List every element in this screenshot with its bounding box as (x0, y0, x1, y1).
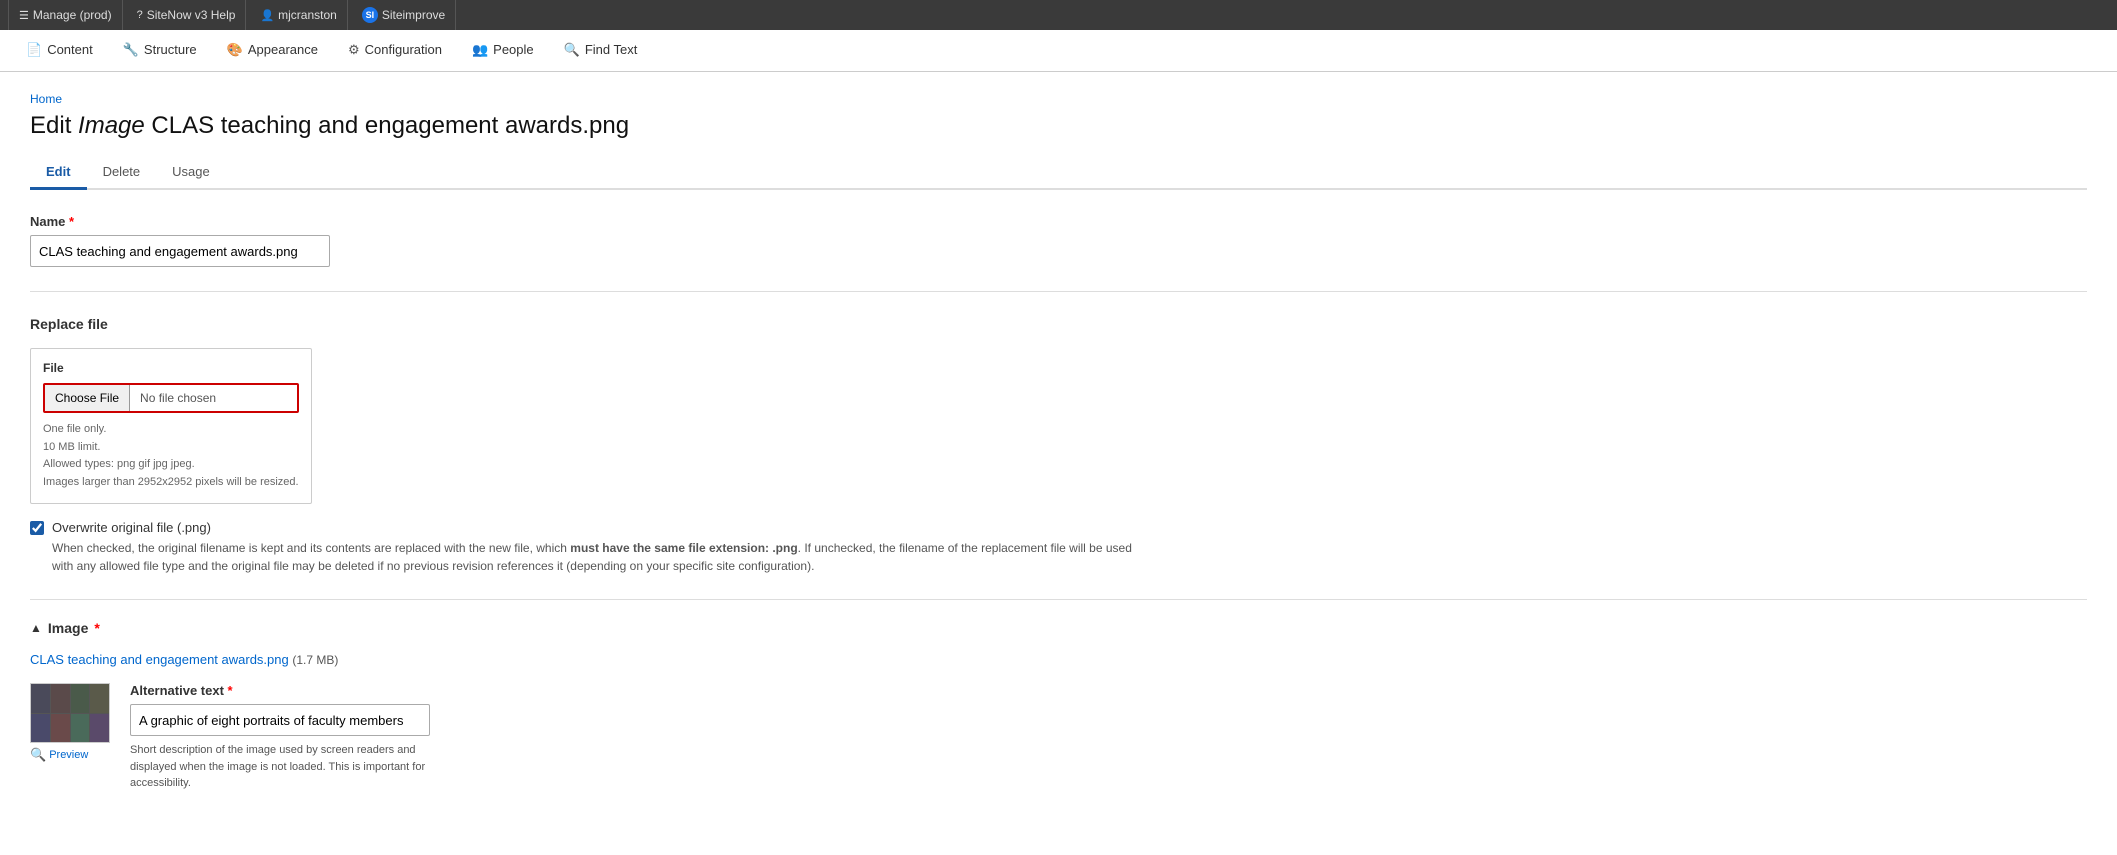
image-section: ▲ Image * CLAS teaching and engagement a… (30, 599, 2087, 792)
thumb-cell-3 (71, 684, 90, 713)
user-icon: 👤 (260, 9, 274, 22)
find-text-icon: 🔍 (564, 42, 580, 58)
alt-text-input[interactable] (130, 704, 430, 736)
nav-people[interactable]: 👥 People (458, 30, 548, 71)
file-hint-1: One file only. (43, 421, 299, 439)
name-label: Name * (30, 214, 2087, 229)
file-input-row: Choose File No file chosen (43, 383, 299, 413)
help-icon: ? (137, 9, 143, 21)
preview-link[interactable]: 🔍 Preview (30, 747, 110, 763)
nav-configuration[interactable]: ⚙ Configuration (334, 30, 456, 71)
preview-icon: 🔍 (30, 747, 46, 763)
topbar-manage[interactable]: ☰ Manage (prod) (8, 0, 123, 30)
file-label: File (43, 361, 299, 375)
thumb-cell-1 (31, 684, 50, 713)
file-hint-4: Images larger than 2952x2952 pixels will… (43, 474, 299, 492)
overwrite-row: Overwrite original file (.png) (30, 520, 2087, 535)
thumb-cell-5 (31, 714, 50, 743)
alt-text-hint: Short description of the image used by s… (130, 742, 430, 792)
divider (30, 291, 2087, 292)
thumb-cell-6 (51, 714, 70, 743)
collapse-icon[interactable]: ▲ (30, 621, 42, 635)
choose-file-button[interactable]: Choose File (45, 385, 130, 411)
structure-icon: 🔧 (123, 42, 139, 58)
content-icon: 📄 (26, 42, 42, 58)
overwrite-description: When checked, the original filename is k… (52, 539, 1152, 575)
appearance-icon: 🎨 (227, 42, 243, 58)
tabs: Edit Delete Usage (30, 156, 2087, 190)
image-section-heading: ▲ Image * (30, 620, 2087, 636)
main-content: Home Edit Image CLAS teaching and engage… (0, 72, 2117, 855)
topbar-user[interactable]: 👤 mjcranston (250, 0, 347, 30)
nav-structure[interactable]: 🔧 Structure (109, 30, 211, 71)
topbar: ☰ Manage (prod) ? SiteNow v3 Help 👤 mjcr… (0, 0, 2117, 30)
image-thumbnail-container: 🔍 Preview (30, 683, 110, 763)
breadcrumb[interactable]: Home (30, 92, 2087, 106)
siteimprove-icon: SI (362, 7, 378, 23)
topbar-siteimprove[interactable]: SI Siteimprove (352, 0, 456, 30)
alt-text-label: Alternative text * (130, 683, 430, 698)
menu-icon: ☰ (19, 9, 29, 22)
image-thumbnail (30, 683, 110, 743)
tab-usage[interactable]: Usage (156, 156, 226, 190)
people-icon: 👥 (472, 42, 488, 58)
navbar: 📄 Content 🔧 Structure 🎨 Appearance ⚙ Con… (0, 30, 2117, 72)
topbar-sitenow-help[interactable]: ? SiteNow v3 Help (127, 0, 247, 30)
file-hint-3: Allowed types: png gif jpg jpeg. (43, 456, 299, 474)
alt-text-row: 🔍 Preview Alternative text * Short descr… (30, 683, 2087, 792)
tab-edit[interactable]: Edit (30, 156, 87, 190)
overwrite-label[interactable]: Overwrite original file (.png) (52, 520, 211, 535)
file-hints: One file only. 10 MB limit. Allowed type… (43, 421, 299, 491)
thumb-cell-4 (90, 684, 109, 713)
configuration-icon: ⚙ (348, 42, 360, 58)
nav-appearance[interactable]: 🎨 Appearance (213, 30, 332, 71)
thumb-cell-7 (71, 714, 90, 743)
nav-content[interactable]: 📄 Content (12, 30, 107, 71)
thumb-cell-8 (90, 714, 109, 743)
file-size-value: (1.7 MB) (292, 653, 338, 667)
overwrite-checkbox[interactable] (30, 521, 44, 535)
image-file-link-row: CLAS teaching and engagement awards.png … (30, 652, 2087, 667)
file-hint-2: 10 MB limit. (43, 439, 299, 457)
name-field-group: Name * (30, 214, 2087, 267)
tab-delete[interactable]: Delete (87, 156, 157, 190)
replace-file-heading: Replace file (30, 316, 2087, 332)
alt-text-field-group: Alternative text * Short description of … (130, 683, 430, 792)
file-upload-box: File Choose File No file chosen One file… (30, 348, 312, 504)
replace-file-section: Replace file File Choose File No file ch… (30, 316, 2087, 575)
image-file-link[interactable]: CLAS teaching and engagement awards.png (30, 652, 289, 667)
name-input[interactable] (30, 235, 330, 267)
page-title: Edit Image CLAS teaching and engagement … (30, 112, 2087, 140)
nav-find-text[interactable]: 🔍 Find Text (550, 30, 652, 71)
thumb-cell-2 (51, 684, 70, 713)
no-file-text: No file chosen (130, 385, 297, 411)
